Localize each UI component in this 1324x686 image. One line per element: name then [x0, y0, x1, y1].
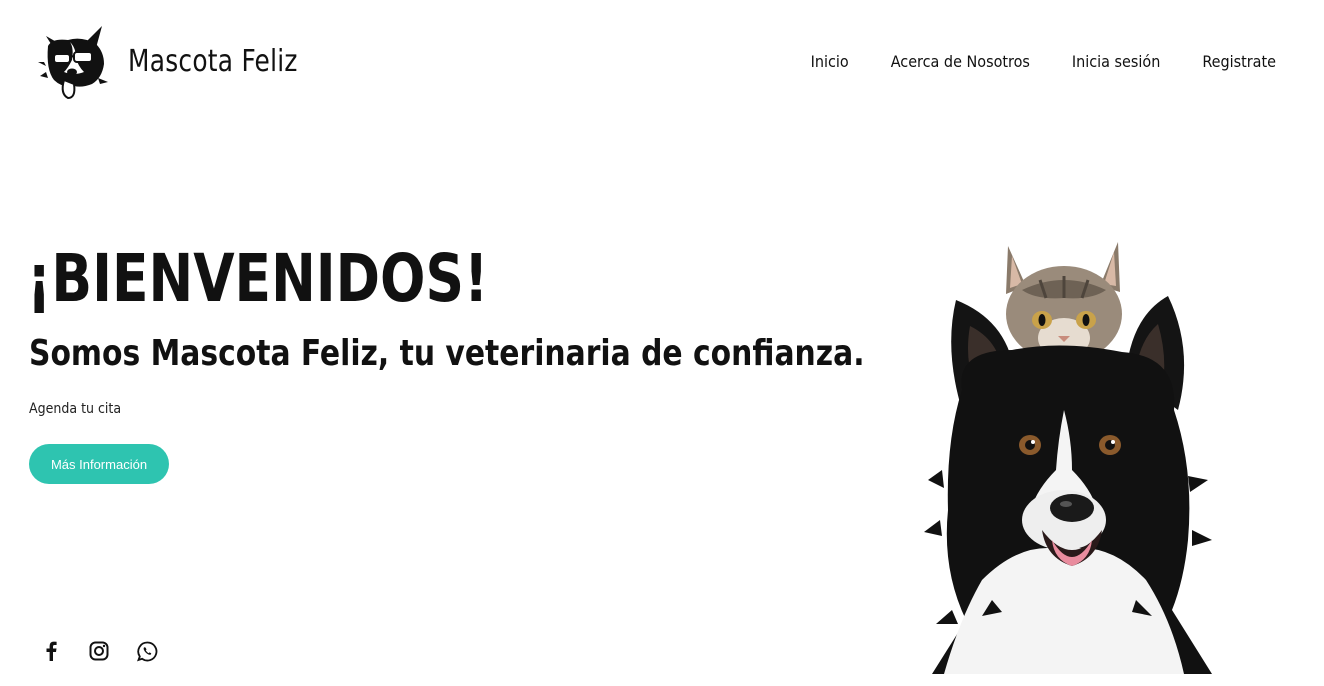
nav-link-inicio[interactable]: Inicio: [811, 52, 849, 71]
hero-subtitle: Somos Mascota Feliz, tu veterinaria de c…: [29, 333, 865, 374]
brand[interactable]: Mascota Feliz: [38, 22, 313, 100]
nav-link-acerca-de-nosotros[interactable]: Acerca de Nosotros: [891, 52, 1030, 71]
nav-link-registrate[interactable]: Registrate: [1202, 52, 1276, 71]
brand-name[interactable]: Mascota Feliz: [128, 44, 298, 79]
instagram-icon[interactable]: [88, 638, 110, 664]
social-links: [40, 638, 158, 664]
cat-on-dog-photo: [924, 242, 1212, 674]
main-nav: Inicio Acerca de Nosotros Inicia sesión …: [811, 52, 1276, 71]
more-info-button[interactable]: Más Información: [29, 444, 169, 484]
dog-with-sunglasses-icon: [38, 26, 108, 100]
hero-title: ¡BIENVENIDOS!: [27, 240, 489, 317]
hero-text: Agenda tu cita: [29, 401, 122, 417]
nav-link-inicia-sesion[interactable]: Inicia sesión: [1072, 52, 1160, 71]
page: Mascota Feliz Inicio Acerca de Nosotros …: [0, 0, 1324, 686]
facebook-icon[interactable]: [40, 638, 62, 664]
whatsapp-icon[interactable]: [136, 638, 158, 664]
